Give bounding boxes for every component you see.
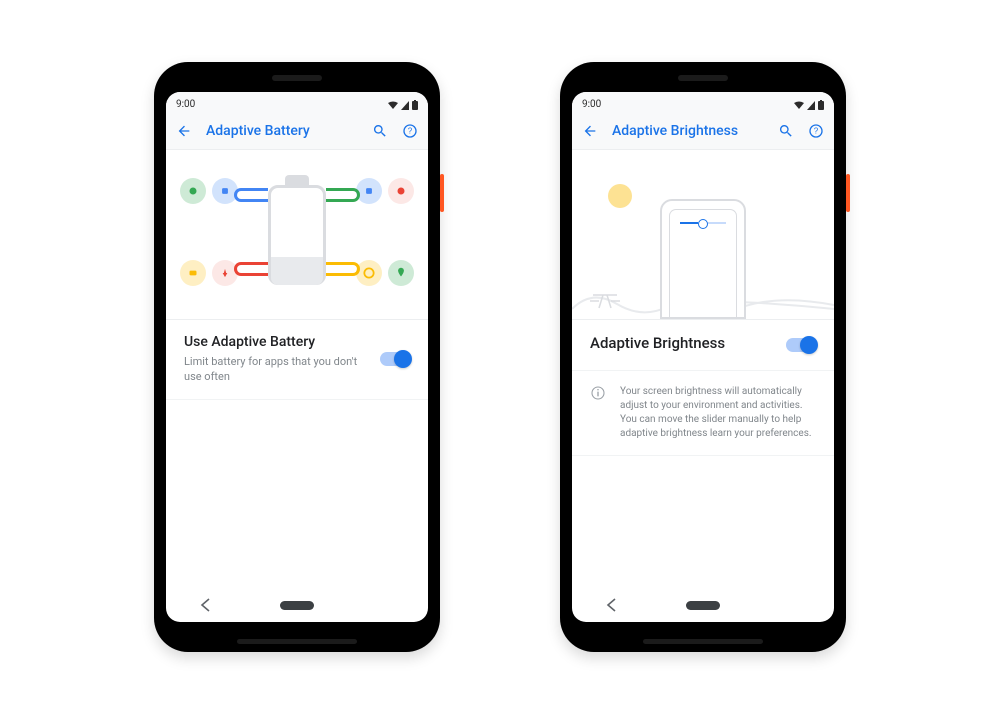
status-bar: 9:00 — [166, 92, 428, 112]
status-bar: 9:00 — [572, 92, 834, 112]
setting-subtitle: Limit battery for apps that you don't us… — [184, 354, 364, 385]
status-icons — [388, 100, 418, 110]
setting-adaptive-battery[interactable]: Use Adaptive Battery Limit battery for a… — [166, 320, 428, 400]
setting-adaptive-brightness[interactable]: Adaptive Brightness — [572, 320, 834, 371]
page-title: Adaptive Battery — [206, 123, 358, 139]
search-icon[interactable] — [372, 123, 388, 139]
setting-title: Adaptive Brightness — [590, 334, 772, 352]
app-icon — [180, 260, 206, 286]
status-time: 9:00 — [582, 99, 601, 110]
screen: 9:00 Adaptive Battery ? — [166, 92, 428, 622]
toggle-switch[interactable] — [786, 338, 816, 352]
bench-icon — [590, 291, 620, 309]
setting-title: Use Adaptive Battery — [184, 334, 366, 350]
brightness-illustration — [572, 150, 834, 320]
phone-speaker-bottom — [237, 639, 357, 644]
nav-back-icon[interactable] — [605, 598, 619, 612]
phone-speaker-bottom — [643, 639, 763, 644]
battery-status-icon — [412, 100, 418, 110]
wifi-icon — [794, 101, 804, 110]
back-icon[interactable] — [176, 123, 192, 139]
search-icon[interactable] — [778, 123, 794, 139]
back-icon[interactable] — [582, 123, 598, 139]
svg-text:?: ? — [814, 126, 819, 135]
phone-brightness: 9:00 Adaptive Brightness ? — [560, 62, 846, 652]
phone-speaker — [678, 75, 728, 81]
app-icon — [212, 260, 238, 286]
header: Adaptive Brightness ? — [572, 112, 834, 150]
app-icon — [388, 178, 414, 204]
phone-speaker — [272, 75, 322, 81]
info-row: Your screen brightness will automaticall… — [572, 371, 834, 456]
nav-home-pill[interactable] — [280, 601, 314, 610]
info-text: Your screen brightness will automaticall… — [620, 385, 816, 441]
toggle-switch[interactable] — [380, 352, 410, 366]
screen: 9:00 Adaptive Brightness ? — [572, 92, 834, 622]
app-icon — [388, 260, 414, 286]
mini-brightness-slider — [680, 222, 726, 224]
status-icons — [794, 100, 824, 110]
app-icon — [356, 178, 382, 204]
app-icon — [356, 260, 382, 286]
status-time: 9:00 — [176, 99, 195, 110]
wifi-icon — [388, 101, 398, 110]
app-icon — [180, 178, 206, 204]
nav-bar — [166, 588, 428, 622]
signal-icon — [807, 101, 815, 110]
signal-icon — [401, 101, 409, 110]
info-icon — [590, 385, 606, 405]
sun-icon — [608, 184, 632, 208]
battery-status-icon — [818, 100, 824, 110]
mini-phone-icon — [660, 199, 746, 319]
header: Adaptive Battery ? — [166, 112, 428, 150]
nav-back-icon[interactable] — [199, 598, 213, 612]
help-icon[interactable]: ? — [808, 123, 824, 139]
page-title: Adaptive Brightness — [612, 123, 764, 139]
nav-bar — [572, 588, 834, 622]
nav-home-pill[interactable] — [686, 601, 720, 610]
svg-text:?: ? — [408, 126, 413, 135]
battery-illustration — [166, 150, 428, 320]
phone-battery: 9:00 Adaptive Battery ? — [154, 62, 440, 652]
help-icon[interactable]: ? — [402, 123, 418, 139]
